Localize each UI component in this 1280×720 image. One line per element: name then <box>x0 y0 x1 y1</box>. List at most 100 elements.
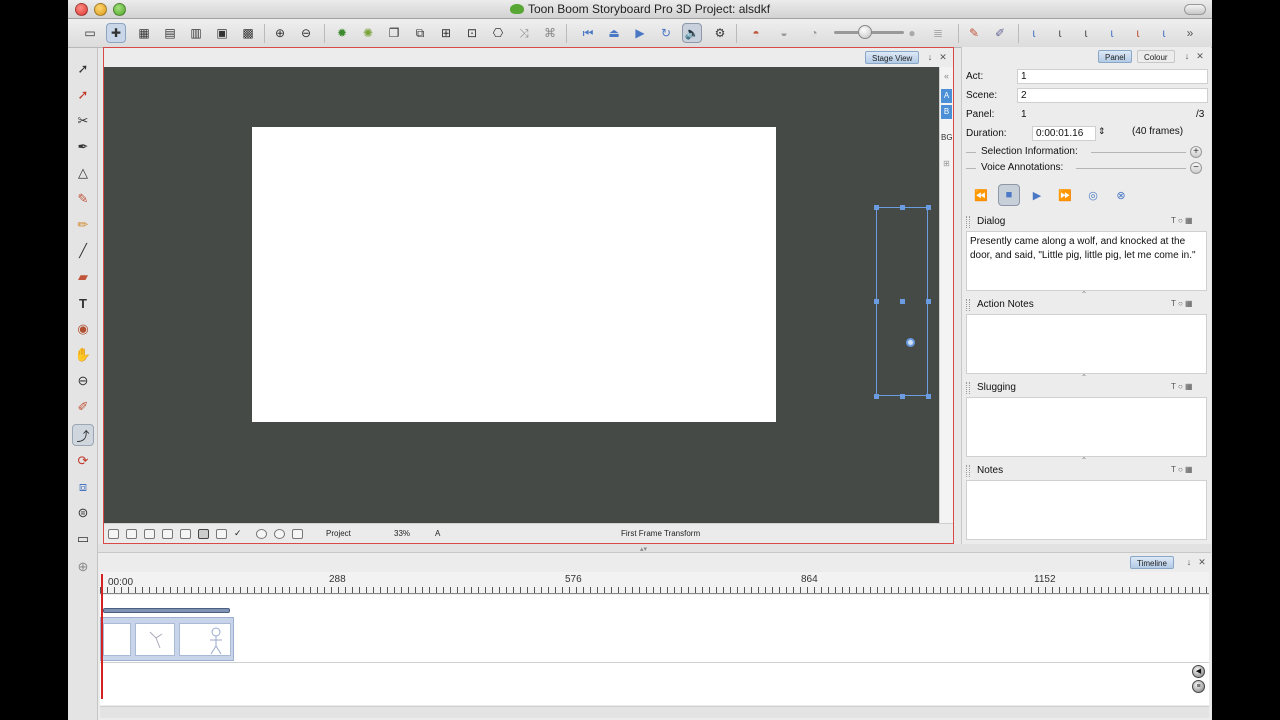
slugging-text-area[interactable] <box>966 397 1207 457</box>
preview-icon[interactable] <box>292 529 303 539</box>
selection-information-row[interactable]: Selection Information: + <box>966 145 1207 159</box>
add-layer-icon[interactable]: ⊞ <box>941 159 952 169</box>
dialog-text-area[interactable]: Presently came along a wolf, and knocked… <box>966 231 1207 291</box>
film-strip-icon[interactable]: ▭ <box>80 23 100 43</box>
reset-view-icon[interactable] <box>108 529 119 539</box>
section-controls[interactable]: T ○ ▦ <box>1171 216 1205 226</box>
zoom-tool-icon[interactable]: ⊖ <box>72 370 94 392</box>
stage-viewport[interactable] <box>104 67 939 523</box>
layer-tab-b[interactable]: B <box>941 105 952 119</box>
stop-icon[interactable]: ■ <box>998 184 1020 206</box>
select-tool-icon[interactable]: ➚ <box>72 58 94 80</box>
play-range-icon[interactable]: ⏏ <box>604 23 624 43</box>
brush-tool-icon[interactable]: ✎ <box>72 188 94 210</box>
pencil-line-1-icon[interactable]: ɩ <box>1024 23 1044 43</box>
fast-forward-icon[interactable]: ⏩ <box>1054 184 1076 206</box>
selection-handle[interactable] <box>926 299 931 304</box>
panel-thumbnail[interactable] <box>135 623 175 656</box>
loop-icon[interactable]: ↻ <box>656 23 676 43</box>
pencil-line-6-icon[interactable]: ɩ <box>1154 23 1174 43</box>
panel-field[interactable]: 1 <box>1017 107 1187 122</box>
perspective-tool-icon[interactable]: ✒ <box>72 136 94 158</box>
new-scene-icon[interactable]: ✹ <box>332 23 352 43</box>
selection-handle[interactable] <box>900 394 905 399</box>
rotate-tool-icon[interactable]: ⟳ <box>72 450 94 472</box>
contour-editor-icon[interactable]: ➚ <box>72 84 94 106</box>
collapse-icon[interactable]: « <box>941 71 952 83</box>
sound-icon[interactable]: 🔈 <box>682 23 702 43</box>
panel-menu-icon[interactable]: ↓ <box>1182 51 1192 61</box>
duration-stepper-icon[interactable]: ⇕ <box>1098 126 1106 137</box>
grip-icon[interactable] <box>966 216 970 228</box>
layer-transform-icon[interactable]: ⧈ <box>72 476 94 498</box>
pencil-line-2-icon[interactable]: ɩ <box>1050 23 1070 43</box>
pivot-point[interactable] <box>906 338 915 347</box>
section-controls[interactable]: T ○ ▦ <box>1171 465 1205 475</box>
panel-thumbnail[interactable] <box>103 623 131 656</box>
pen-settings-icon[interactable]: ✐ <box>990 23 1010 43</box>
line-tool-icon[interactable]: ╱ <box>72 240 94 262</box>
outline-icon[interactable] <box>180 529 191 539</box>
selection-handle[interactable] <box>926 394 931 399</box>
panel-close-icon[interactable]: ✕ <box>1197 557 1207 567</box>
duration-field[interactable]: 0:00:01.16 <box>1032 126 1096 141</box>
frame-tool-icon[interactable]: ▭ <box>72 528 94 550</box>
field-chart-icon[interactable] <box>162 529 173 539</box>
paint-tool-icon[interactable]: ◉ <box>72 318 94 340</box>
light-table-icon[interactable]: ◒ <box>774 23 794 43</box>
notes-text-area[interactable] <box>966 480 1207 540</box>
delete-panel-icon[interactable]: ⊡ <box>462 23 482 43</box>
panel-menu-icon[interactable]: ↓ <box>1184 557 1194 567</box>
record-icon[interactable]: ◎ <box>1082 184 1104 206</box>
play-icon[interactable]: ▶ <box>630 23 650 43</box>
pencil-line-5-icon[interactable]: ɩ <box>1128 23 1148 43</box>
notes-section-header[interactable]: Notes T ○ ▦ <box>966 463 1207 479</box>
toolbar-toggle-button[interactable] <box>1184 4 1206 15</box>
hand-tool-icon[interactable]: ✋ <box>72 344 94 366</box>
grip-icon[interactable] <box>966 465 970 477</box>
onion-skin-icon[interactable]: ◓ <box>746 23 766 43</box>
auto-light-table-icon[interactable] <box>216 529 227 539</box>
selection-handle[interactable] <box>926 205 931 210</box>
timeline-tab[interactable]: Timeline <box>1130 556 1174 569</box>
reposition-icon[interactable]: ⊜ <box>72 502 94 524</box>
mute-audio-icon[interactable]: ◀ <box>1192 665 1205 678</box>
scene-field[interactable]: 2 <box>1017 88 1208 103</box>
camera-path-tool-icon[interactable]: ⤴ <box>72 424 94 446</box>
panel-close-icon[interactable]: ✕ <box>1195 51 1205 61</box>
rewind-icon[interactable]: ⏪ <box>970 184 992 206</box>
selection-handle[interactable] <box>874 299 879 304</box>
selection-handle[interactable] <box>900 299 905 304</box>
rotate-view-icon[interactable] <box>256 529 267 539</box>
stage-view-tab[interactable]: Stage View <box>865 51 920 64</box>
thumbnails-view-icon[interactable]: ▦ <box>134 23 154 43</box>
timeline-view-icon[interactable]: ▩ <box>238 23 258 43</box>
view-splitter[interactable]: ▴▾ <box>98 544 1212 553</box>
shape-tool-icon[interactable]: △ <box>72 162 94 184</box>
merge-panel-icon[interactable]: ⊞ <box>436 23 456 43</box>
panel-track[interactable] <box>100 617 234 661</box>
reset-rotation-icon[interactable] <box>274 529 285 539</box>
zoom-level[interactable]: 33% <box>394 529 410 538</box>
grid-view-icon[interactable]: ▥ <box>186 23 206 43</box>
display-mode-dropdown[interactable]: Project <box>326 529 351 538</box>
scene-bar[interactable] <box>103 608 230 613</box>
pen-pressure-icon[interactable]: ✓ <box>234 529 245 539</box>
transform-mode-label[interactable]: First Frame Transform <box>621 529 700 538</box>
sequence-icon[interactable]: ⌘ <box>540 23 560 43</box>
playhead[interactable] <box>101 574 103 699</box>
layer-tab-a[interactable]: A <box>941 89 952 103</box>
colour-tab[interactable]: Colour <box>1137 50 1175 63</box>
play-icon[interactable]: ▶ <box>1026 184 1048 206</box>
expand-icon[interactable]: + <box>1190 146 1202 158</box>
audio-track-icon[interactable]: ≡ <box>1192 680 1205 693</box>
cutter-tool-icon[interactable]: ✂ <box>72 110 94 132</box>
action-notes-section-header[interactable]: Action Notes T ○ ▦ <box>966 297 1207 313</box>
panel-menu-icon[interactable]: ↓ <box>925 52 935 62</box>
split-panel-icon[interactable]: ⧉ <box>410 23 430 43</box>
opacity-max-icon[interactable]: ● <box>902 23 922 43</box>
action-notes-text-area[interactable] <box>966 314 1207 374</box>
selection-handle[interactable] <box>900 205 905 210</box>
grip-icon[interactable] <box>966 382 970 394</box>
timeline-tracks[interactable]: ◀ ≡ <box>100 595 1209 705</box>
